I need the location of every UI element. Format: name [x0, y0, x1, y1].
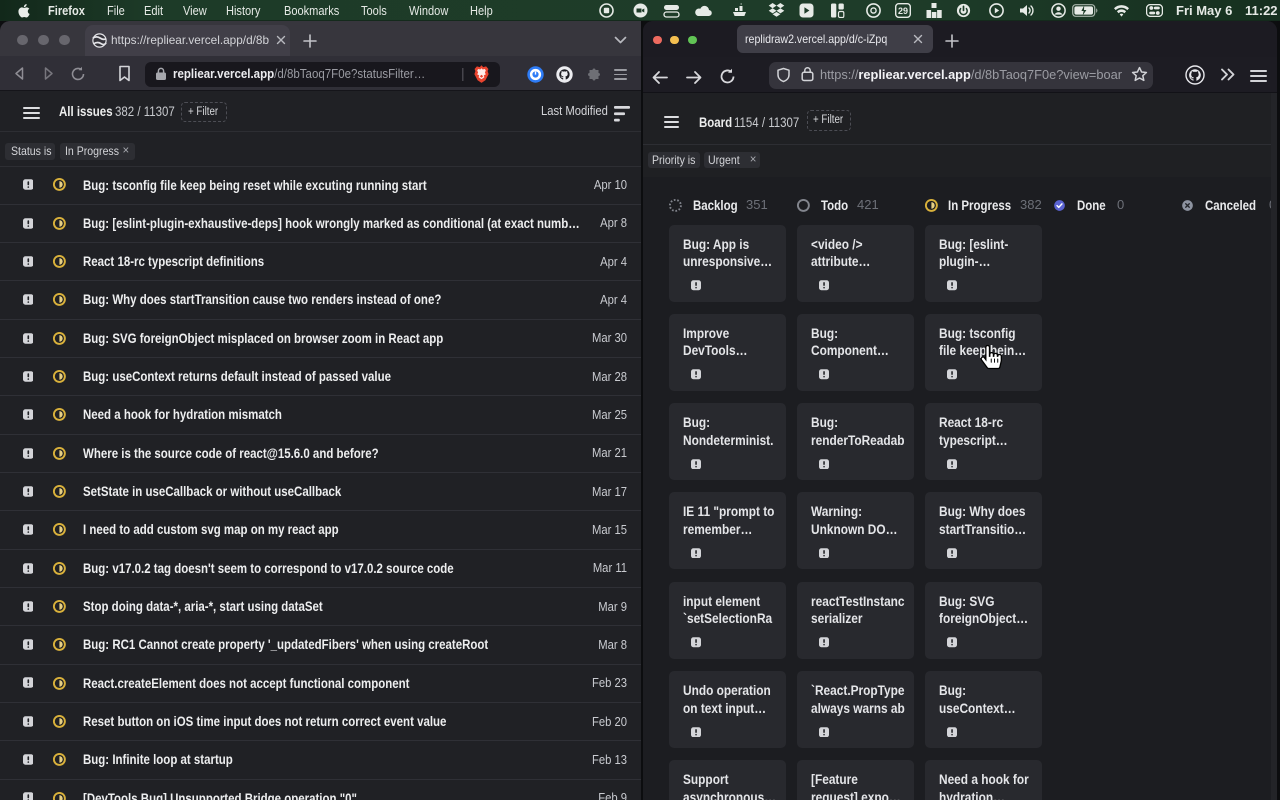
svg-text:29: 29: [898, 6, 908, 16]
